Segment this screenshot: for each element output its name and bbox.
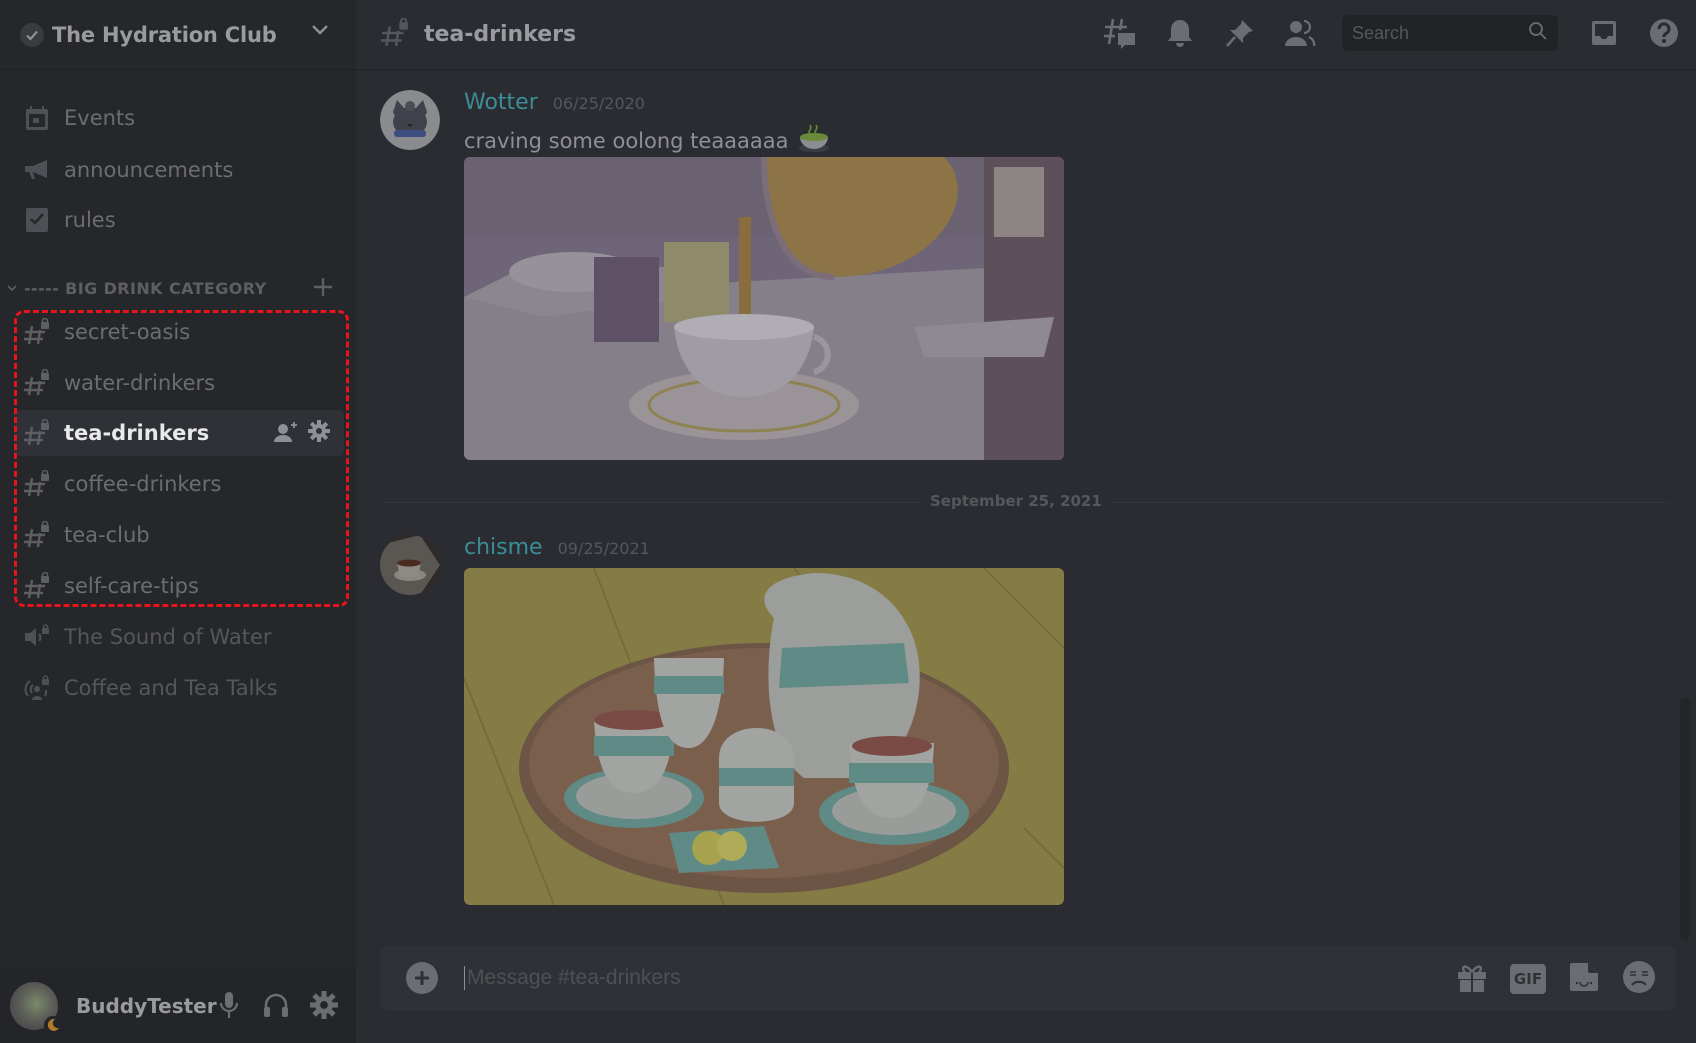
channel-title: tea-drinkers <box>424 22 577 47</box>
tea-set-tray-image <box>464 568 1064 905</box>
message-text: craving some oolong teaaaaaa <box>464 128 789 153</box>
gift-icon[interactable] <box>1456 961 1488 997</box>
category-label: ----- BIG DRINK CATEGORY <box>24 278 267 298</box>
locked-text-channel-icon <box>22 368 52 398</box>
sidebar-item-water-drinkers[interactable]: water-drinkers <box>14 360 344 406</box>
search-box[interactable] <box>1342 15 1558 51</box>
emoji-picker-icon[interactable] <box>1622 960 1656 998</box>
channel-settings-gear-icon[interactable] <box>308 420 330 448</box>
channel-sidebar: The Hydration Club Events announcements … <box>0 0 356 1043</box>
verified-badge-icon <box>20 22 44 47</box>
sidebar-item-announcements[interactable]: announcements <box>14 147 344 193</box>
locked-text-channel-icon <box>22 571 52 601</box>
message-author-chisme[interactable]: chisme 09/25/2021 <box>464 535 650 560</box>
sidebar-item-label: announcements <box>64 158 234 182</box>
chevron-down-icon <box>7 285 17 292</box>
locked-text-channel-icon <box>380 17 410 52</box>
sidebar-item-label: rules <box>64 208 116 232</box>
image-attachment[interactable] <box>464 157 1064 460</box>
avatar[interactable] <box>380 535 440 595</box>
sidebar-item-label: self-care-tips <box>64 574 199 598</box>
author-name[interactable]: Wotter <box>464 90 538 115</box>
sidebar-item-rules[interactable]: rules <box>14 197 344 243</box>
chat-header: tea-drinkers <box>356 0 1696 70</box>
calendar-icon <box>22 103 52 133</box>
inbox-icon[interactable] <box>1586 15 1622 51</box>
locked-text-channel-icon <box>22 520 52 550</box>
notification-bell-icon[interactable] <box>1162 15 1198 51</box>
message-input[interactable] <box>464 966 1364 990</box>
message-composer: GIF <box>380 945 1676 1011</box>
sidebar-item-self-care-tips[interactable]: self-care-tips <box>14 563 344 609</box>
chevron-down-icon[interactable] <box>310 22 330 41</box>
message-author-wotter[interactable]: Wotter 06/25/2020 <box>464 90 645 115</box>
avatar[interactable] <box>380 90 440 150</box>
sidebar-item-label: Coffee and Tea Talks <box>64 676 278 700</box>
rules-checkbox-icon <box>22 205 52 235</box>
help-icon[interactable] <box>1646 15 1682 51</box>
locked-text-channel-icon <box>22 317 52 347</box>
sidebar-item-label: tea-drinkers <box>64 421 210 445</box>
locked-stage-channel-icon <box>22 673 52 703</box>
sidebar-item-label: Events <box>64 106 136 130</box>
image-attachment[interactable] <box>464 568 1064 905</box>
create-invite-icon[interactable] <box>274 420 298 448</box>
sidebar-item-the-sound-of-water[interactable]: The Sound of Water <box>14 614 344 660</box>
sidebar-item-coffee-and-tea-talks[interactable]: Coffee and Tea Talks <box>14 665 344 711</box>
green-tea-emoji-icon <box>797 123 831 158</box>
sidebar-item-label: tea-club <box>64 523 150 547</box>
sidebar-item-label: secret-oasis <box>64 320 191 344</box>
sidebar-item-label: water-drinkers <box>64 371 216 395</box>
sidebar-item-secret-oasis[interactable]: secret-oasis <box>14 309 344 355</box>
sidebar-item-label: The Sound of Water <box>64 625 272 649</box>
user-panel: BuddyTester <box>0 969 356 1043</box>
idle-status-icon <box>44 1016 62 1034</box>
megaphone-icon <box>22 155 52 185</box>
tea-pouring-image <box>464 157 1064 460</box>
locked-voice-channel-icon <box>22 622 52 652</box>
sidebar-item-events[interactable]: Events <box>14 95 344 141</box>
message-timestamp: 06/25/2020 <box>552 94 645 113</box>
server-name: The Hydration Club <box>52 22 277 47</box>
message-content: craving some oolong teaaaaaa <box>464 123 831 158</box>
add-attachment-plus-icon[interactable] <box>406 962 438 994</box>
sidebar-item-coffee-drinkers[interactable]: coffee-drinkers <box>14 461 344 507</box>
author-name[interactable]: chisme <box>464 535 543 560</box>
microphone-icon[interactable] <box>216 991 242 1023</box>
sidebar-item-label: coffee-drinkers <box>64 472 222 496</box>
date-divider-label: September 25, 2021 <box>924 492 1108 510</box>
username: BuddyTester <box>76 994 217 1018</box>
headphones-icon[interactable] <box>262 991 290 1023</box>
search-input[interactable] <box>1352 22 1512 44</box>
threads-icon[interactable] <box>1102 15 1138 51</box>
member-list-icon[interactable] <box>1282 15 1318 51</box>
sidebar-item-tea-club[interactable]: tea-club <box>14 512 344 558</box>
search-icon <box>1528 21 1548 45</box>
create-channel-plus-icon[interactable] <box>312 276 334 302</box>
chat-scrollbar[interactable] <box>1680 698 1690 940</box>
sticker-icon[interactable] <box>1568 961 1600 997</box>
message-timestamp: 09/25/2021 <box>557 539 650 558</box>
pinned-messages-icon[interactable] <box>1222 15 1258 51</box>
locked-text-channel-icon <box>22 418 52 448</box>
locked-text-channel-icon <box>22 469 52 499</box>
server-header[interactable]: The Hydration Club <box>0 0 356 70</box>
discord-app: The Hydration Club Events announcements … <box>0 0 1696 1043</box>
chat-area: tea-drinkers Wotter 06/25/202 <box>356 0 1696 1043</box>
gif-button[interactable]: GIF <box>1510 964 1546 994</box>
avatar[interactable] <box>10 982 62 1034</box>
sidebar-item-tea-drinkers[interactable]: tea-drinkers <box>14 410 344 456</box>
category-big-drink[interactable]: ----- BIG DRINK CATEGORY <box>6 276 346 300</box>
user-settings-gear-icon[interactable] <box>310 991 338 1023</box>
